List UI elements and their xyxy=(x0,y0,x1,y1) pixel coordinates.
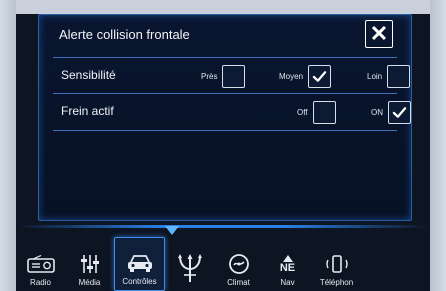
active-brake-label: Frein actif xyxy=(61,104,114,118)
active-brake-option-on[interactable]: ON xyxy=(371,100,411,124)
bezel-right xyxy=(430,0,446,291)
collision-alert-dialog: Alerte collision frontale ✕ Sensibilité … xyxy=(38,14,412,221)
active-tab-pointer xyxy=(165,226,179,235)
option-label: Loin xyxy=(367,71,383,81)
option-label: Moyen xyxy=(279,71,304,81)
checkbox[interactable] xyxy=(222,64,246,88)
close-icon: ✕ xyxy=(369,21,389,46)
nav-label: Nav xyxy=(280,278,295,287)
dialog-title: Alerte collision frontale xyxy=(59,27,190,42)
sensitivity-label: Sensibilité xyxy=(61,68,116,82)
active-brake-option-off[interactable]: Off xyxy=(297,100,336,124)
nav-radio[interactable]: Radio xyxy=(16,239,65,291)
trident-logo-icon xyxy=(177,251,203,285)
compass-ne-icon: NE xyxy=(280,252,295,276)
media-icon xyxy=(79,252,101,276)
checkbox[interactable] xyxy=(312,100,336,124)
checkbox[interactable] xyxy=(388,100,411,124)
nav-phone[interactable]: Téléphon xyxy=(312,239,361,291)
nav-label: Média xyxy=(78,278,101,287)
close-button[interactable]: ✕ xyxy=(365,20,393,48)
nav-label: Téléphon xyxy=(319,278,354,287)
nav-label: Contrôles xyxy=(122,277,157,286)
nav-controls[interactable]: Contrôles xyxy=(114,237,165,291)
checkbox[interactable] xyxy=(387,64,411,88)
nav-label: Climat xyxy=(227,278,250,287)
nav-navigation[interactable]: NE Nav xyxy=(263,239,312,291)
sensitivity-option-near[interactable]: Près xyxy=(201,64,246,88)
bezel-left xyxy=(0,0,16,291)
option-label: Off xyxy=(297,107,308,117)
nav-label: Radio xyxy=(30,278,51,287)
bottom-nav-bar: Radio Média Contrôles Climat NE Nav Télé… xyxy=(16,235,430,291)
option-label: Près xyxy=(201,71,218,81)
nav-media[interactable]: Média xyxy=(65,239,114,291)
bezel-top xyxy=(16,0,430,14)
car-icon xyxy=(126,251,154,275)
option-label: ON xyxy=(371,107,383,117)
checkmark-icon xyxy=(392,106,407,118)
heading-badge: NE xyxy=(279,261,296,274)
nav-home-logo[interactable] xyxy=(165,239,214,291)
sensitivity-option-medium[interactable]: Moyen xyxy=(279,64,332,88)
active-brake-row: Frein actif Off ON xyxy=(53,93,411,131)
checkbox[interactable] xyxy=(308,64,332,88)
nav-climate[interactable]: Climat xyxy=(214,239,263,291)
dialog-glow-line xyxy=(16,225,430,228)
sensitivity-row: Sensibilité Près Moyen Loin xyxy=(53,57,411,94)
climate-icon xyxy=(228,252,250,276)
phone-icon xyxy=(325,252,349,276)
sensitivity-option-far[interactable]: Loin xyxy=(367,64,411,88)
radio-icon xyxy=(26,252,55,276)
checkmark-icon xyxy=(312,70,327,82)
screen: Alerte collision frontale ✕ Sensibilité … xyxy=(16,14,430,291)
